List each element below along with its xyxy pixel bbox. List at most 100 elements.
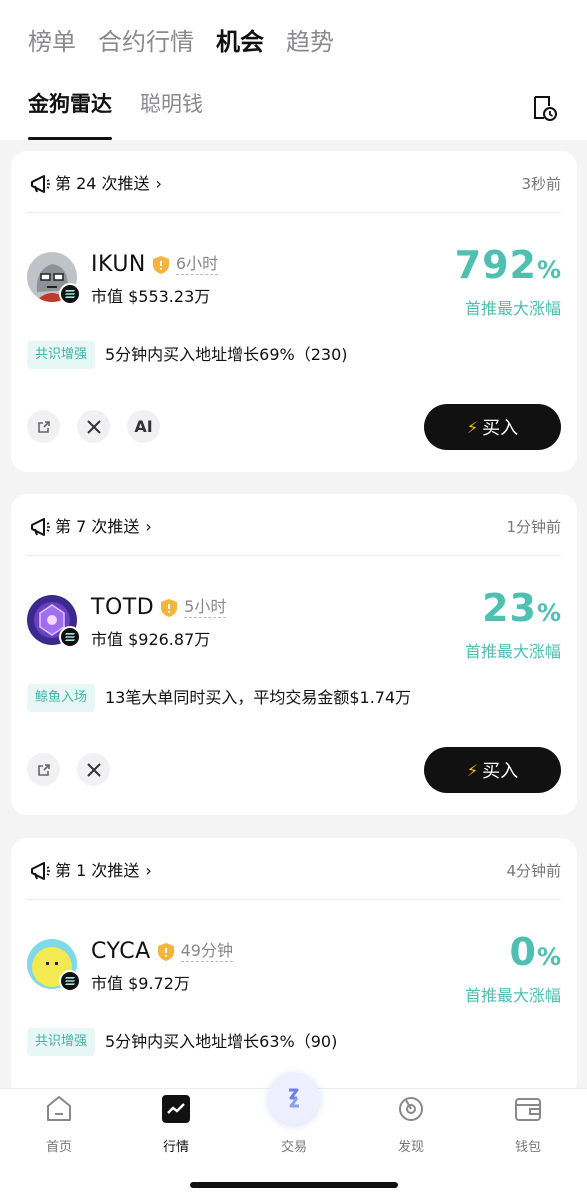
buy-button[interactable]: ⚡ 买入 bbox=[424, 404, 561, 450]
token-symbol[interactable]: CYCA bbox=[91, 939, 151, 964]
solana-chain-icon bbox=[59, 283, 81, 305]
shield-icon[interactable] bbox=[152, 255, 170, 275]
nav-home[interactable]: 首页 bbox=[19, 1093, 99, 1155]
discover-icon bbox=[399, 1097, 423, 1121]
max-gain-value: 23 bbox=[482, 586, 537, 630]
nav-discover[interactable]: 发现 bbox=[371, 1093, 451, 1155]
megaphone-icon bbox=[31, 862, 50, 880]
megaphone-icon bbox=[31, 518, 50, 536]
max-gain-unit: % bbox=[536, 599, 561, 627]
max-gain-unit: % bbox=[536, 256, 561, 284]
signal-description: 13笔大单同时买入，平均交易金额$1.74万 bbox=[105, 688, 412, 707]
nav-home-label: 首页 bbox=[45, 1140, 72, 1155]
subtab-smart-money[interactable]: 聪明钱 bbox=[140, 84, 203, 124]
token-symbol[interactable]: IKUN bbox=[91, 252, 146, 277]
wallet-icon bbox=[515, 1098, 541, 1121]
token-symbol[interactable]: TOTD bbox=[91, 595, 154, 620]
token-name-row: TOTD 5小时 bbox=[91, 595, 227, 620]
nav-market-label: 行情 bbox=[162, 1140, 189, 1155]
push-time: 3秒前 bbox=[521, 175, 561, 193]
nav-trade[interactable]: 交易 bbox=[254, 1129, 334, 1155]
buy-button[interactable]: ⚡ 买入 bbox=[424, 747, 561, 793]
push-count-link[interactable]: 第 7 次推送 › bbox=[55, 514, 152, 540]
push-count-link[interactable]: 第 24 次推送 › bbox=[55, 171, 162, 197]
x-twitter-button[interactable] bbox=[77, 753, 110, 786]
buy-label: 买入 bbox=[482, 418, 519, 439]
solana-chain-icon bbox=[59, 626, 81, 648]
token-age[interactable]: 5小时 bbox=[184, 597, 227, 618]
lightning-icon: ⚡ bbox=[466, 417, 479, 437]
push-time: 1分钟前 bbox=[506, 518, 561, 536]
chevron-right-icon: › bbox=[145, 861, 152, 880]
market-cap: 市值 $553.23万 bbox=[91, 287, 211, 306]
card-header: 第 24 次推送 › 3秒前 bbox=[27, 151, 561, 213]
ai-label: AI bbox=[134, 417, 153, 436]
sub-tabs: 金狗雷达 聪明钱 bbox=[28, 84, 203, 140]
lightning-icon: ⚡ bbox=[466, 760, 479, 780]
signal-description: 5分钟内买入地址增长69%（230) bbox=[105, 345, 348, 364]
share-icon bbox=[37, 420, 50, 433]
push-count-link[interactable]: 第 1 次推送 › bbox=[55, 858, 152, 884]
tab-opportunities[interactable]: 机会 bbox=[216, 22, 264, 62]
signal-description: 5分钟内买入地址增长63%（90) bbox=[105, 1032, 338, 1051]
history-icon[interactable] bbox=[530, 94, 558, 122]
max-gain-value: 0 bbox=[509, 930, 537, 974]
trade-swap-icon bbox=[289, 1088, 299, 1108]
subtab-gold-dog-radar[interactable]: 金狗雷达 bbox=[28, 84, 112, 140]
push-count: 第 24 次推送 bbox=[55, 174, 150, 193]
push-time: 4分钟前 bbox=[506, 862, 561, 880]
max-gain-label: 首推最大涨幅 bbox=[464, 642, 561, 661]
token-age[interactable]: 6小时 bbox=[175, 254, 219, 275]
max-gain: 23% bbox=[482, 586, 561, 630]
ai-button[interactable]: AI bbox=[127, 410, 160, 443]
max-gain: 792% bbox=[455, 243, 561, 287]
signal-card: 第 24 次推送 › 3秒前 IKUN 6小时 市值 $553.23万 792% … bbox=[11, 151, 577, 472]
trade-button[interactable] bbox=[268, 1072, 320, 1124]
token-name-row: IKUN 6小时 bbox=[91, 252, 219, 277]
push-count: 第 7 次推送 bbox=[55, 517, 140, 536]
solana-chain-icon bbox=[59, 970, 81, 992]
market-cap: 市值 $9.72万 bbox=[91, 974, 190, 993]
share-button[interactable] bbox=[27, 753, 60, 786]
shield-icon[interactable] bbox=[157, 942, 175, 962]
signal-card: 第 1 次推送 › 4分钟前 CYCA 49分钟 市值 $9.72万 0% 首推最… bbox=[11, 838, 577, 1098]
market-chart-icon bbox=[162, 1095, 190, 1123]
shield-icon[interactable] bbox=[160, 598, 178, 618]
max-gain: 0% bbox=[510, 930, 562, 974]
signal-tag: 共识增强 bbox=[27, 341, 96, 369]
nav-wallet-label: 钱包 bbox=[514, 1140, 541, 1155]
main-tabs: 榜单 合约行情 机会 趋势 bbox=[28, 22, 334, 62]
chevron-right-icon: › bbox=[145, 517, 152, 536]
card-header: 第 1 次推送 › 4分钟前 bbox=[27, 838, 561, 900]
chevron-right-icon: › bbox=[155, 174, 162, 193]
x-twitter-button[interactable] bbox=[77, 410, 110, 443]
tab-futures-market[interactable]: 合约行情 bbox=[98, 22, 194, 62]
nav-trade-label: 交易 bbox=[280, 1140, 307, 1155]
share-icon bbox=[37, 763, 50, 776]
max-gain-label: 首推最大涨幅 bbox=[464, 299, 561, 318]
share-button[interactable] bbox=[27, 410, 60, 443]
home-indicator bbox=[190, 1182, 398, 1188]
nav-wallet[interactable]: 钱包 bbox=[488, 1093, 568, 1155]
tab-rankings[interactable]: 榜单 bbox=[28, 22, 76, 62]
max-gain-label: 首推最大涨幅 bbox=[464, 986, 561, 1005]
push-count: 第 1 次推送 bbox=[55, 861, 140, 880]
max-gain-value: 792 bbox=[454, 243, 537, 287]
token-age[interactable]: 49分钟 bbox=[180, 941, 233, 962]
signal-tag: 鲸鱼入场 bbox=[27, 684, 96, 712]
home-icon bbox=[47, 1096, 71, 1121]
signal-card: 第 7 次推送 › 1分钟前 TOTD 5小时 市值 $926.87万 23% 首… bbox=[11, 494, 577, 815]
top-bar: 榜单 合约行情 机会 趋势 金狗雷达 聪明钱 bbox=[0, 0, 587, 140]
nav-discover-label: 发现 bbox=[397, 1140, 424, 1155]
tab-trends[interactable]: 趋势 bbox=[286, 22, 334, 62]
card-header: 第 7 次推送 › 1分钟前 bbox=[27, 494, 561, 556]
x-twitter-icon bbox=[86, 419, 101, 434]
market-cap: 市值 $926.87万 bbox=[91, 630, 211, 649]
megaphone-icon bbox=[31, 175, 50, 193]
max-gain-unit: % bbox=[536, 943, 561, 971]
x-twitter-icon bbox=[86, 762, 101, 777]
token-name-row: CYCA 49分钟 bbox=[91, 939, 233, 964]
nav-market[interactable]: 行情 bbox=[136, 1093, 216, 1155]
buy-label: 买入 bbox=[482, 761, 519, 782]
signal-tag: 共识增强 bbox=[27, 1028, 96, 1056]
